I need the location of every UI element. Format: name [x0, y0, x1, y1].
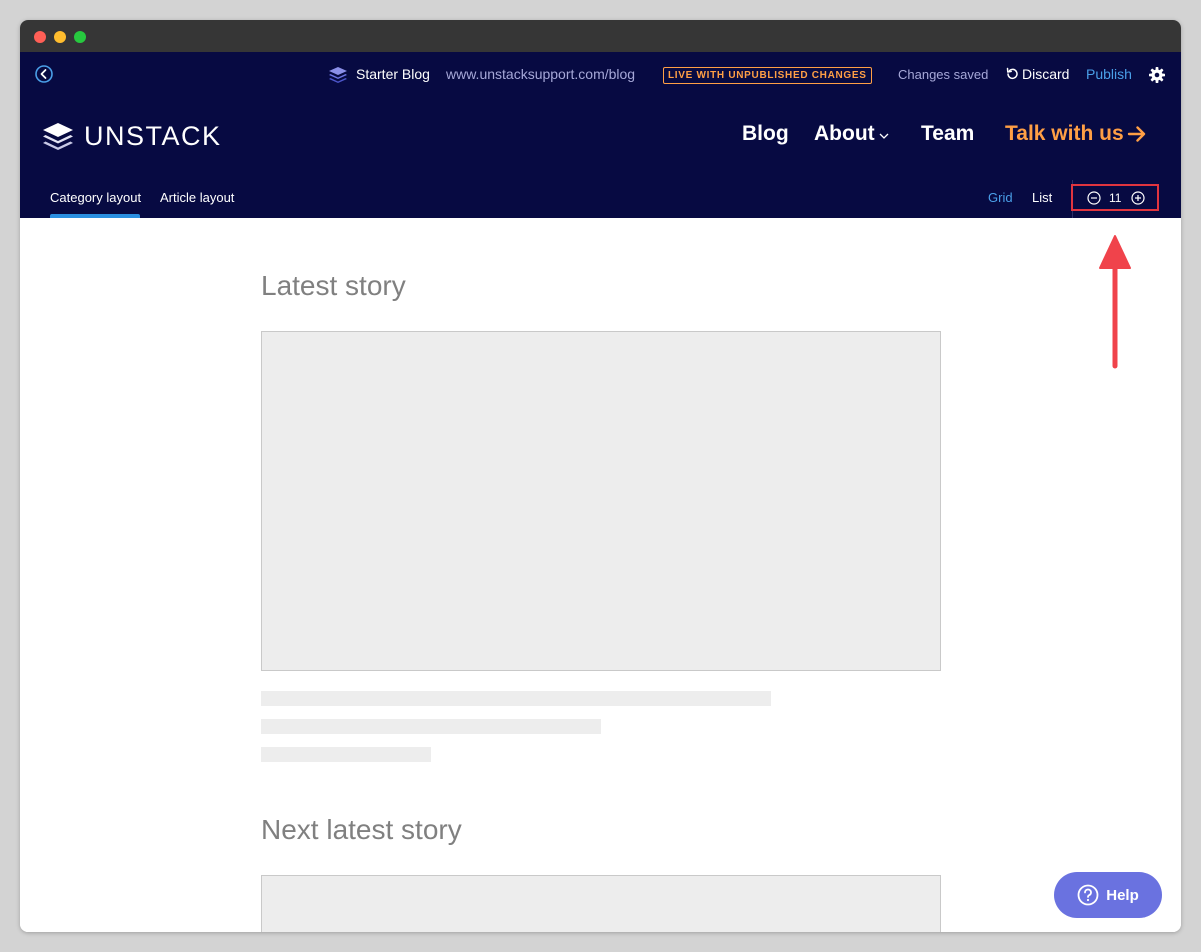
minimize-window-button[interactable] [54, 31, 66, 43]
tab-category-layout[interactable]: Category layout [50, 190, 141, 205]
text-placeholder-line [261, 747, 431, 762]
page-content: Latest story Next latest story [20, 218, 1181, 932]
discard-label: Discard [1022, 66, 1070, 82]
story-image-placeholder [261, 875, 941, 932]
stack-logo-icon [328, 66, 348, 84]
publish-button[interactable]: Publish [1086, 66, 1132, 82]
help-button[interactable]: Help [1054, 872, 1162, 918]
help-label: Help [1106, 886, 1139, 904]
talk-with-us-button[interactable]: Talk with us [1005, 122, 1147, 146]
window-titlebar [20, 20, 1181, 52]
editor-toolbar: Starter Blog www.unstacksupport.com/blog… [20, 52, 1181, 98]
nav-about-label: About [814, 122, 875, 145]
section-title-latest: Latest story [261, 270, 406, 301]
stack-logo-icon [43, 122, 73, 150]
nav-blog-link[interactable]: Blog [742, 122, 789, 146]
annotation-arrow-up-icon [1099, 235, 1131, 369]
item-count-value: 11 [1109, 191, 1122, 205]
status-badge: LIVE WITH UNPUBLISHED CHANGES [663, 67, 872, 84]
question-circle-icon [1077, 884, 1099, 906]
plus-circle-icon [1131, 191, 1145, 205]
save-status-text: Changes saved [898, 67, 989, 82]
brand-logo[interactable]: UNSTACK [42, 121, 222, 152]
text-placeholder-line [261, 719, 601, 734]
back-button[interactable] [35, 65, 53, 83]
gear-icon [1149, 67, 1165, 83]
story-image-placeholder [261, 331, 941, 671]
cta-label: Talk with us [1005, 122, 1124, 145]
chevron-left-circle-icon [35, 65, 53, 83]
undo-icon [1006, 67, 1018, 80]
discard-button[interactable]: Discard [1005, 66, 1069, 82]
tab-article-layout[interactable]: Article layout [160, 190, 234, 205]
list-view-button[interactable]: List [1032, 190, 1052, 205]
site-header: UNSTACK Blog About Team Talk with us [20, 98, 1181, 178]
arrow-right-icon [1127, 126, 1145, 142]
brand-name: UNSTACK [84, 121, 222, 151]
maximize-window-button[interactable] [74, 31, 86, 43]
app-window: Starter Blog www.unstacksupport.com/blog… [20, 20, 1181, 932]
settings-button[interactable] [1148, 66, 1166, 84]
site-name: Starter Blog [356, 66, 430, 82]
section-title-next-latest: Next latest story [261, 814, 462, 845]
nav-about-link[interactable]: About [814, 122, 889, 146]
grid-view-button[interactable]: Grid [988, 190, 1013, 205]
text-placeholder-line [261, 691, 771, 706]
chevron-down-icon [879, 133, 889, 139]
minus-circle-icon [1087, 191, 1101, 205]
increase-count-button[interactable] [1131, 191, 1145, 205]
close-window-button[interactable] [34, 31, 46, 43]
site-url-link[interactable]: www.unstacksupport.com/blog [446, 66, 635, 82]
layout-toolbar: Category layout Article layout Grid List… [20, 178, 1181, 218]
nav-team-link[interactable]: Team [921, 122, 974, 146]
decrease-count-button[interactable] [1087, 191, 1101, 205]
item-count-stepper: 11 [1071, 184, 1159, 211]
